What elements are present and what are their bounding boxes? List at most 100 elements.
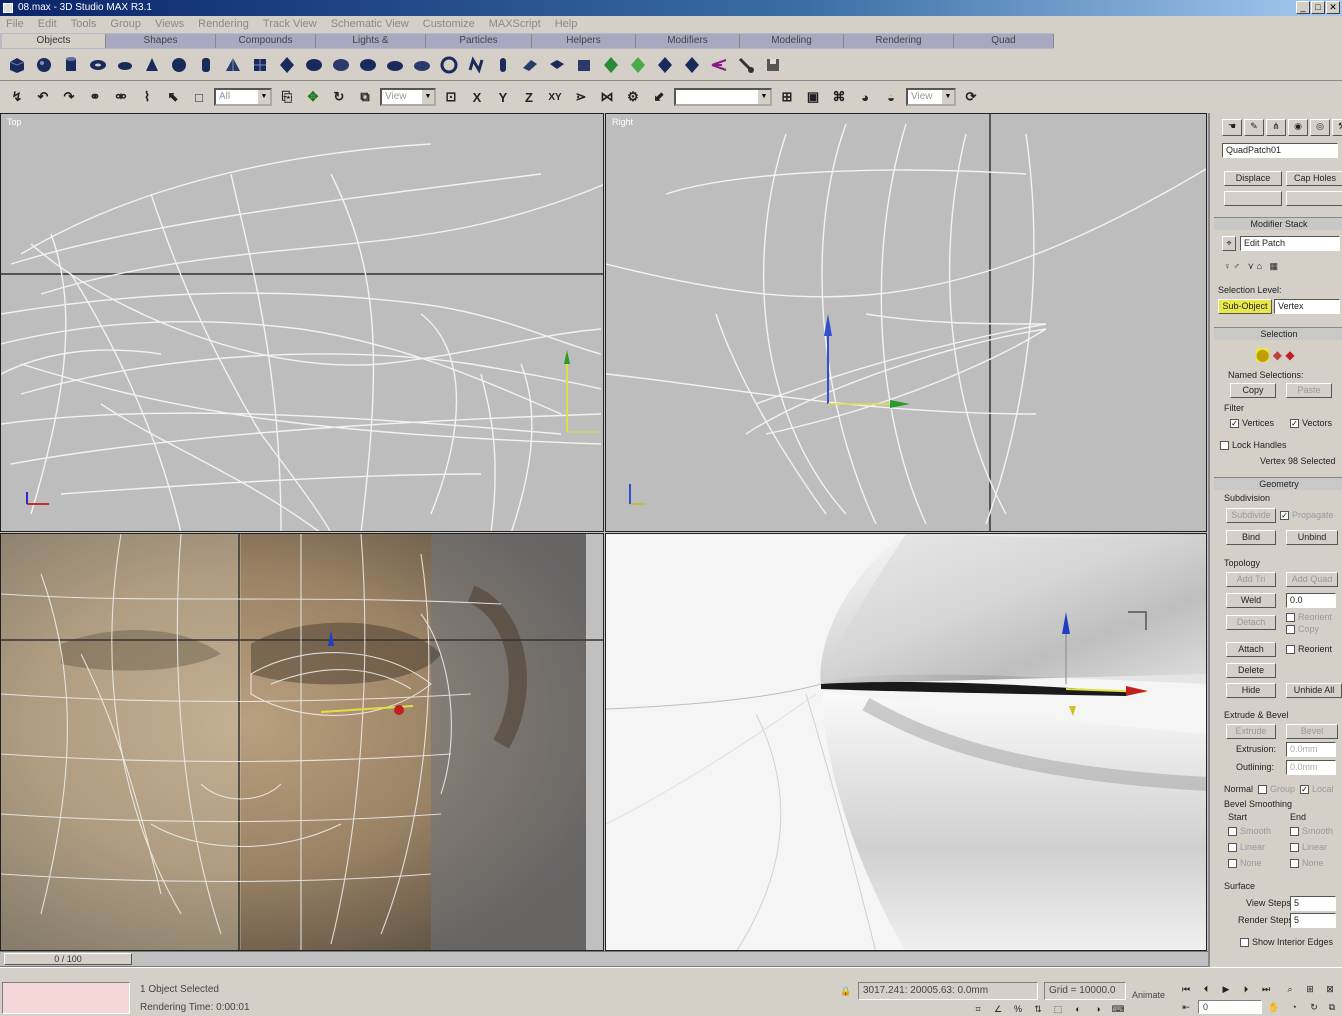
select-object-icon[interactable]: ⬉ xyxy=(162,86,184,108)
redo-icon[interactable]: ↷ xyxy=(58,86,80,108)
save-icon[interactable] xyxy=(762,54,784,76)
green-star-icon[interactable] xyxy=(627,54,649,76)
axis-z-button[interactable]: Z xyxy=(518,86,540,108)
local-radio[interactable]: ✓ xyxy=(1300,785,1309,794)
quick-render-icon[interactable]: ◒ xyxy=(880,86,902,108)
sphere-icon[interactable] xyxy=(33,54,55,76)
unbind-button[interactable]: Unbind xyxy=(1286,530,1338,545)
min-max-toggle-icon[interactable]: ⧉ xyxy=(1324,1000,1340,1014)
gengon-icon[interactable] xyxy=(411,54,433,76)
selection-rollout[interactable]: Selection xyxy=(1214,327,1342,340)
axis-y-button[interactable]: Y xyxy=(492,86,514,108)
ring-icon[interactable] xyxy=(438,54,460,76)
menu-tools[interactable]: Tools xyxy=(71,16,97,33)
mirror-icon[interactable]: ⋈ xyxy=(596,86,618,108)
snap-toggle-icon[interactable]: ⌗ xyxy=(970,1002,986,1016)
track-view-icon[interactable]: ⊞ xyxy=(776,86,798,108)
tab-shapes[interactable]: Shapes xyxy=(106,34,216,48)
lext-icon[interactable] xyxy=(519,54,541,76)
menu-customize[interactable]: Customize xyxy=(423,16,475,33)
render-last-icon[interactable]: ⟳ xyxy=(960,86,982,108)
zoom-icon[interactable]: ⌕ xyxy=(1282,982,1298,996)
end-linear-radio[interactable] xyxy=(1290,843,1299,852)
ref-coord-dropdown[interactable]: View ▼ xyxy=(380,88,436,106)
lock-icon[interactable]: 🔒 xyxy=(838,984,854,998)
degrade-override-icon[interactable]: ◐ xyxy=(1070,1002,1086,1016)
cylinder-icon[interactable] xyxy=(60,54,82,76)
start-linear-radio[interactable] xyxy=(1228,843,1237,852)
tab-rendering[interactable]: Rendering xyxy=(844,34,954,48)
menu-maxscript[interactable]: MAXScript xyxy=(489,16,541,33)
attach-button[interactable]: Attach xyxy=(1226,642,1276,657)
viewport-perspective[interactable] xyxy=(605,533,1207,951)
bevel-button[interactable]: Bevel xyxy=(1286,724,1338,739)
axis-xy-button[interactable]: XY xyxy=(544,86,566,108)
material-editor-icon[interactable]: ▣ xyxy=(802,86,824,108)
tab-particles[interactable]: Particles xyxy=(426,34,532,48)
motion-tab-icon[interactable]: ◉ xyxy=(1288,119,1308,136)
hose-icon[interactable] xyxy=(465,54,487,76)
tab-objects[interactable]: Objects xyxy=(2,34,106,48)
pyramid-icon[interactable] xyxy=(222,54,244,76)
rotate-icon[interactable]: ↻ xyxy=(328,86,350,108)
disc-icon[interactable] xyxy=(114,54,136,76)
outlining-field[interactable]: 0.0mm xyxy=(1286,760,1336,775)
modify-tab-icon[interactable]: ✎ xyxy=(1244,119,1264,136)
maximize-button[interactable]: □ xyxy=(1311,1,1325,14)
selection-filter-dropdown[interactable]: All ▼ xyxy=(214,88,272,106)
tube-icon[interactable] xyxy=(195,54,217,76)
zoom-extents-icon[interactable]: ⊠ xyxy=(1322,982,1338,996)
named-selection-dropdown[interactable]: ▼ xyxy=(674,88,772,106)
current-frame-field[interactable]: 0 xyxy=(1198,1000,1262,1014)
tab-lights-cameras[interactable]: Lights & Cameras xyxy=(316,34,426,60)
tab-quad-meshes[interactable]: Quad Meshes xyxy=(954,34,1054,60)
modifier-stack-dropdown[interactable]: Edit Patch xyxy=(1240,236,1340,251)
minimize-button[interactable]: _ xyxy=(1296,1,1310,14)
angle-snap-icon[interactable]: ∠ xyxy=(990,1002,1006,1016)
undo-icon[interactable]: ↶ xyxy=(32,86,54,108)
show-interior-edges-checkbox[interactable] xyxy=(1240,938,1249,947)
close-button[interactable]: ✕ xyxy=(1326,1,1340,14)
start-none-radio[interactable] xyxy=(1228,859,1237,868)
go-to-start-icon[interactable]: ⏮ xyxy=(1178,982,1194,996)
next-frame-icon[interactable]: ⏵ xyxy=(1238,982,1254,996)
menu-track-view[interactable]: Track View xyxy=(263,16,317,33)
end-smooth-radio[interactable] xyxy=(1290,827,1299,836)
weld-threshold-field[interactable]: 0.0 xyxy=(1286,593,1336,608)
end-none-radio[interactable] xyxy=(1290,859,1299,868)
scale-icon[interactable]: ⧉ xyxy=(354,86,376,108)
spindle-icon[interactable] xyxy=(357,54,379,76)
axis-x-button[interactable]: X xyxy=(466,86,488,108)
pin-stack-icon[interactable]: ⌖ xyxy=(1222,236,1236,251)
box-icon[interactable] xyxy=(6,54,28,76)
display-tab-icon[interactable]: ◎ xyxy=(1310,119,1330,136)
help-icon[interactable]: ↯ xyxy=(6,86,28,108)
tab-compounds[interactable]: Compounds xyxy=(216,34,316,48)
extrusion-field[interactable]: 0.0mm xyxy=(1286,742,1336,757)
play-icon[interactable]: ▶ xyxy=(1218,982,1234,996)
viewport-right[interactable]: Right xyxy=(605,113,1207,532)
hedra-icon[interactable] xyxy=(276,54,298,76)
add-tri-button[interactable]: Add Tri xyxy=(1226,572,1276,587)
vectors-checkbox[interactable]: ✓ xyxy=(1290,419,1299,428)
adaptive-degrade-icon[interactable]: ◑ xyxy=(1090,1002,1106,1016)
detach-button[interactable]: Detach xyxy=(1226,615,1276,630)
prism-icon[interactable] xyxy=(573,54,595,76)
subdivide-button[interactable]: Subdivide xyxy=(1226,508,1276,523)
paste-selection-button[interactable]: Paste xyxy=(1286,383,1332,398)
field-of-view-icon[interactable]: ◔ xyxy=(1286,1000,1302,1014)
blue-diamond2-icon[interactable] xyxy=(681,54,703,76)
attach-reorient-checkbox[interactable] xyxy=(1286,645,1295,654)
zoom-all-icon[interactable]: ⊞ xyxy=(1302,982,1318,996)
viewport-front[interactable] xyxy=(0,533,604,951)
pan-icon[interactable]: ✋ xyxy=(1266,1000,1282,1014)
lock-handles-checkbox[interactable] xyxy=(1220,441,1229,450)
group-radio[interactable] xyxy=(1258,785,1267,794)
extrude-button[interactable]: Extrude xyxy=(1226,724,1276,739)
view-steps-field[interactable]: 5 xyxy=(1290,896,1336,911)
go-to-end-icon[interactable]: ⏭ xyxy=(1258,982,1274,996)
viewport-right-label[interactable]: Right xyxy=(612,117,633,127)
copy-selection-button[interactable]: Copy xyxy=(1230,383,1276,398)
viewport-top-label[interactable]: Top xyxy=(7,117,22,127)
animate-button[interactable]: Animate xyxy=(1132,990,1165,1000)
